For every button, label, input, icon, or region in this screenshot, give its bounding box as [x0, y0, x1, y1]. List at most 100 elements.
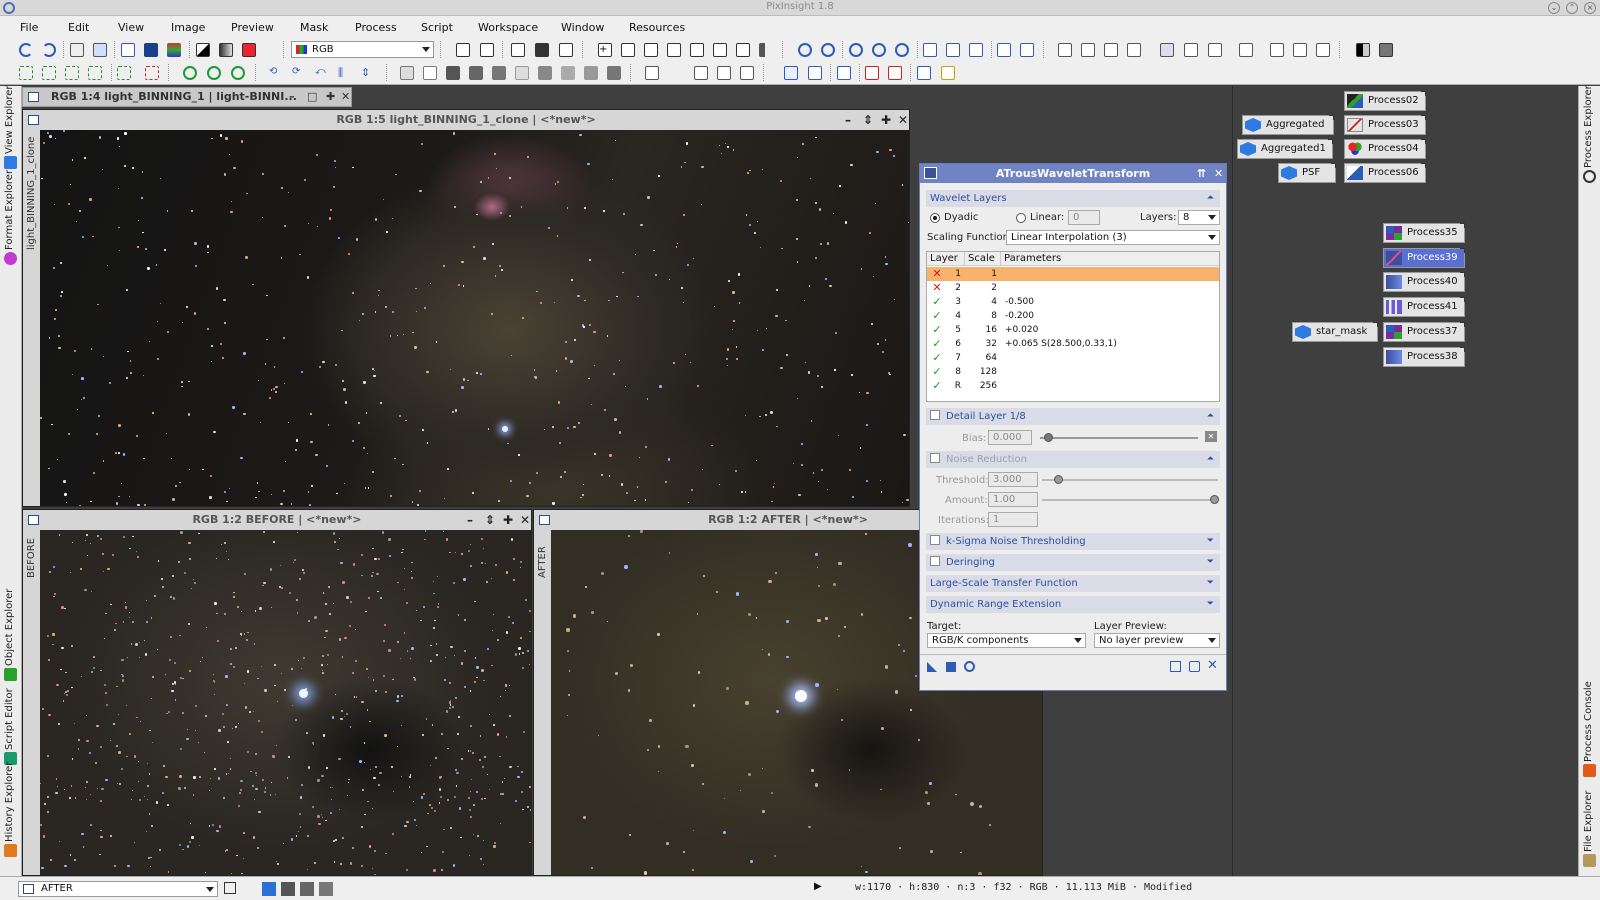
maximize-window-icon[interactable]: ⌃: [1566, 2, 1578, 14]
view-select[interactable]: AFTER: [18, 881, 218, 897]
iterations-spinbox[interactable]: 1: [988, 512, 1038, 527]
clone-icon[interactable]: [511, 43, 525, 57]
minimize-window-icon[interactable]: ⌄: [1548, 2, 1560, 14]
process-tool-icon[interactable]: [1160, 43, 1174, 57]
flip-icon[interactable]: [1316, 43, 1330, 57]
window-header[interactable]: RGB 1:5 light_BINNING_1_clone | <*new*> …: [23, 110, 909, 130]
mask-tool-icon[interactable]: [1208, 43, 1222, 57]
menu-preview[interactable]: Preview: [231, 21, 274, 34]
menu-script[interactable]: Script: [421, 21, 453, 34]
process-icon-aggregated[interactable]: Aggregated: [1242, 115, 1334, 135]
process-icon-psf[interactable]: PSF: [1278, 163, 1336, 183]
mask-remove-icon[interactable]: [231, 66, 245, 80]
maximize-icon[interactable]: □: [307, 88, 317, 106]
zoom-optimal-icon[interactable]: [895, 43, 909, 57]
amount-slider-handle[interactable]: [1210, 495, 1219, 504]
zoom-in-icon[interactable]: [798, 43, 812, 57]
deringing-checkbox[interactable]: [930, 556, 940, 566]
section-deringing[interactable]: Deringing ⏷: [926, 554, 1220, 571]
view-mode-icon[interactable]: [224, 882, 236, 894]
stf-reset-icon[interactable]: [865, 66, 879, 80]
amount-slider[interactable]: [1042, 499, 1218, 501]
layer-enabled-icon[interactable]: ✓: [931, 351, 943, 365]
window-header[interactable]: RGB 1:2 BEFORE | <*new*> – ⇕ ✚ ✕: [23, 510, 531, 530]
shade-icon[interactable]: ⇈: [1197, 164, 1206, 183]
display-channel-g-icon[interactable]: [300, 882, 314, 896]
process-icon-process35[interactable]: Process35: [1383, 223, 1465, 243]
table-row[interactable]: ✓ 4 8 -0.200: [927, 309, 1219, 323]
display-channel-rgb-icon[interactable]: [262, 882, 276, 896]
preview-new-icon[interactable]: [19, 66, 33, 80]
minimize-icon[interactable]: –: [845, 110, 851, 130]
tab-file-explorer[interactable]: File Explorer: [1579, 786, 1600, 870]
shrink-icon[interactable]: [644, 43, 658, 57]
minimize-icon[interactable]: –: [289, 88, 295, 106]
menu-window[interactable]: Window: [561, 21, 604, 34]
linear-radio[interactable]: [1016, 213, 1026, 223]
tab-history-explorer[interactable]: History Explorer: [0, 762, 22, 860]
zoom-out-icon[interactable]: [821, 43, 835, 57]
preview-store-icon[interactable]: [88, 66, 102, 80]
linear-spinbox[interactable]: 0: [1068, 210, 1100, 225]
tab-format-explorer[interactable]: Format Explorer: [0, 170, 22, 268]
process-icon-process06[interactable]: Process06: [1344, 163, 1426, 183]
zoom-fit-window-icon[interactable]: [872, 43, 886, 57]
process-icon-process38[interactable]: Process38: [1383, 347, 1465, 367]
detail-layer-checkbox[interactable]: [930, 410, 940, 420]
clear-icon[interactable]: ✕: [1205, 431, 1217, 442]
threshold-slider-handle[interactable]: [1054, 475, 1063, 484]
grayscale-icon[interactable]: [219, 43, 233, 57]
threshold-slider[interactable]: [1042, 479, 1218, 481]
noise-reduction-checkbox[interactable]: [930, 453, 940, 463]
new-instance-icon[interactable]: [927, 662, 937, 672]
ksigma-checkbox[interactable]: [930, 535, 940, 545]
readout-mode-icon[interactable]: [400, 66, 414, 80]
menu-resources[interactable]: Resources: [629, 21, 685, 34]
process-icon-process04[interactable]: Process04: [1344, 139, 1426, 159]
workspace-2-icon[interactable]: [717, 66, 731, 80]
preview-cancel-icon[interactable]: [145, 66, 159, 80]
table-row[interactable]: ✓ 5 16 +0.020: [927, 323, 1219, 337]
preview-reset-icon[interactable]: [65, 66, 79, 80]
star-mask-tool-icon[interactable]: [1058, 43, 1072, 57]
cascade-icon[interactable]: [969, 43, 983, 57]
stf-edit-icon[interactable]: [888, 66, 902, 80]
menu-file[interactable]: File: [20, 21, 38, 34]
mirror-h-icon[interactable]: ⫼: [338, 66, 352, 80]
zoom-fit-icon[interactable]: [621, 43, 635, 57]
process-icon-process39[interactable]: Process39: [1383, 248, 1465, 268]
invert-icon[interactable]: [196, 43, 210, 57]
table-row[interactable]: ✓ 6 32 +0.065 S(28.500,0.33,1): [927, 337, 1219, 351]
close-icon[interactable]: ✕: [341, 88, 350, 106]
zoom-1-1-icon[interactable]: [849, 43, 863, 57]
preview-delete-icon[interactable]: [42, 66, 56, 80]
mask-enable-icon[interactable]: [183, 66, 197, 80]
arrange-icon[interactable]: [997, 43, 1011, 57]
display-channel-r-icon[interactable]: [281, 882, 295, 896]
display-24bit-icon[interactable]: [917, 66, 931, 80]
duplicate-icon[interactable]: [121, 43, 135, 57]
pin-icon[interactable]: ✚: [503, 510, 513, 530]
process-icon-process37[interactable]: Process37: [1383, 322, 1465, 342]
channel-gray-1-icon[interactable]: [446, 66, 460, 80]
layers-tool-icon[interactable]: [1239, 43, 1253, 57]
minimize-icon[interactable]: –: [467, 510, 473, 530]
channel-gray-3-icon[interactable]: [492, 66, 506, 80]
bias-slider-handle[interactable]: [1044, 433, 1053, 442]
rgb-display-icon[interactable]: [242, 43, 256, 57]
mask-show-icon[interactable]: [1356, 43, 1370, 57]
menu-mask[interactable]: Mask: [300, 21, 328, 34]
channel-mid-1-icon[interactable]: [538, 66, 552, 80]
process-icon-process03[interactable]: Process03: [1344, 115, 1426, 135]
stf-active-icon[interactable]: [784, 66, 798, 80]
threshold-field[interactable]: 3.000: [988, 472, 1038, 487]
dialog-titlebar[interactable]: ATrousWaveletTransform ⇈ ✕: [920, 164, 1226, 183]
readout-clear-icon[interactable]: [423, 66, 437, 80]
paste-icon[interactable]: [480, 43, 494, 57]
table-row[interactable]: ✓ 3 4 -0.500: [927, 295, 1219, 309]
apply-global-icon[interactable]: [964, 661, 975, 672]
shade-icon[interactable]: ⇕: [863, 110, 873, 130]
open-image-icon[interactable]: [93, 43, 107, 57]
section-dynamic-range[interactable]: Dynamic Range Extension ⏷: [926, 596, 1220, 613]
fit-view-icon[interactable]: [923, 43, 937, 57]
